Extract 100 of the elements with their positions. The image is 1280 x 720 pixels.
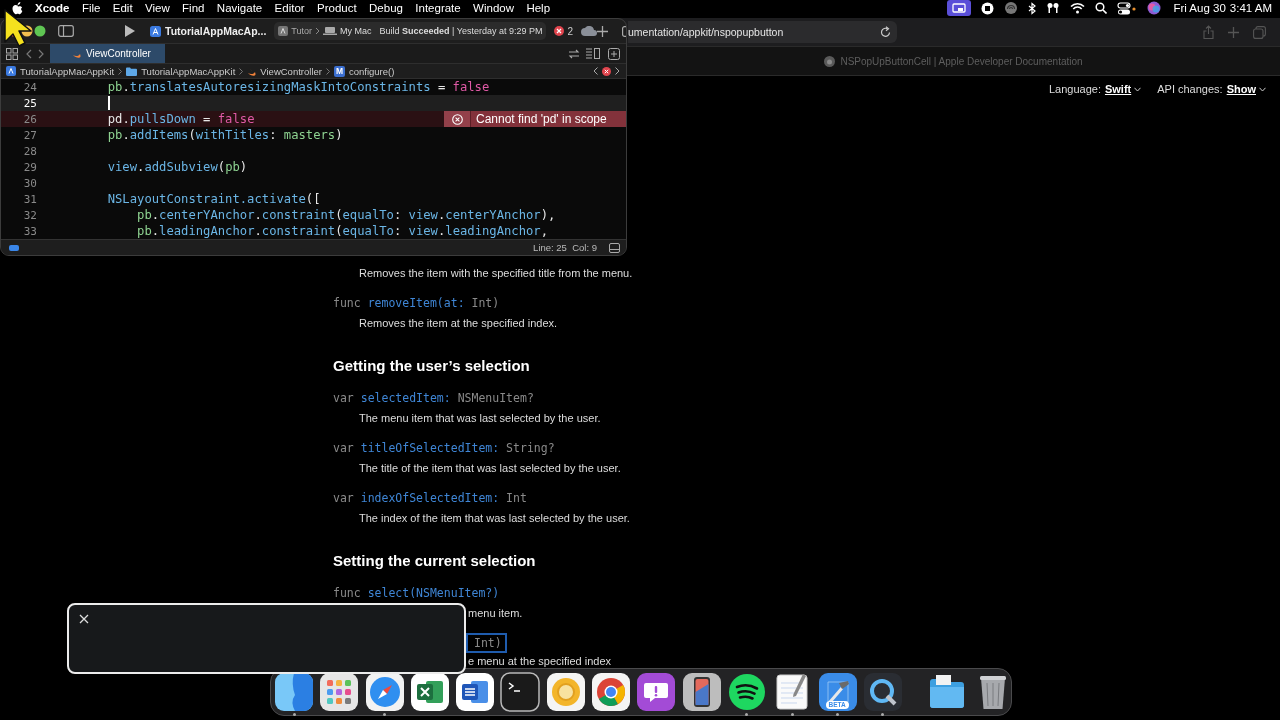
menu-item[interactable]: Find [175,2,211,14]
code-line: pb.centerYAnchor.constraint(equalTo: view.centerYAnchor), [136,208,556,222]
swap-icon[interactable] [568,48,580,59]
play-icon[interactable] [124,25,135,37]
address-field[interactable]: umentation/appkit/nspopupbutton [628,21,897,43]
code-line: pd.pullsDown = false [106,112,255,126]
wifi-icon[interactable] [1070,2,1086,14]
option-label: API changes: [1157,83,1223,95]
breadcrumb[interactable]: ViewController [260,65,322,77]
caret-icon [1134,86,1142,92]
menu-item[interactable]: File [75,2,107,14]
line-number: 32 [22,208,37,222]
editor-tab[interactable]: ViewController [50,44,165,63]
grid-icon[interactable] [6,47,18,60]
breadcrumb[interactable]: configure() [348,65,395,77]
document-icon[interactable] [455,672,496,712]
declaration-link[interactable]: func select(NSMenuItem?) [333,583,1280,603]
menu-item[interactable]: Xcode [24,2,76,14]
ring-segments-icon[interactable] [591,672,632,712]
bluetooth-icon[interactable] [1028,1,1037,15]
code-line: view.addSubview(pb) [106,160,248,174]
menu-bar-date[interactable]: Fri Aug 30 [1169,2,1226,14]
forward-icon[interactable] [615,67,620,75]
search-icon[interactable] [1095,2,1108,14]
magnifier-icon[interactable] [862,672,903,712]
language-menu[interactable]: Swift [1104,83,1142,95]
control-center-icon[interactable] [1117,1,1138,15]
panel-toggle-icon[interactable] [609,242,620,253]
error-icon [554,26,565,36]
menu-item[interactable]: Product [310,2,363,14]
menu-item[interactable]: Integrate [409,2,467,14]
declaration-link[interactable]: Int) [466,633,507,653]
sidebar-toggle-icon[interactable] [58,25,74,37]
scheme-target[interactable]: Tutor [291,26,312,36]
status-indicator-icon [9,244,19,251]
back-icon[interactable] [593,67,598,75]
chevron-icon [315,27,320,35]
breadcrumb[interactable]: TutorialAppMacAppKit [141,65,236,77]
code-line: pb.addItems(withTitles: masters) [106,128,343,142]
orb-icon[interactable] [1147,1,1162,15]
reload-icon[interactable] [880,26,891,38]
sound-waves-icon[interactable] [726,672,767,712]
declaration-link[interactable]: var selectedItem: NSMenuItem? [333,388,1280,408]
run-destination-bar[interactable]: Tutor My Mac Build Succeeded | Yesterday at 9:29 PM [274,22,547,40]
section-heading: Setting the current selection [333,551,537,571]
menu-item[interactable]: Help [520,2,557,14]
exclamation-bubble-icon[interactable] [636,672,677,712]
destination-device[interactable]: My Mac [340,26,372,36]
folder-icon [126,66,138,76]
method-badge: M [333,65,345,77]
chevron-icon [239,67,244,75]
line-number: 28 [22,144,37,158]
stop-recording-icon[interactable] [981,1,995,15]
add-editor-icon[interactable] [608,47,620,60]
text-caret [108,96,110,110]
phone-icon[interactable] [681,672,722,712]
running-indicator [836,713,840,716]
description-text: The menu item that was last selected by the user. [358,411,602,426]
menu-item[interactable]: View [138,2,176,14]
laptop-icon [323,27,337,35]
declaration-link[interactable]: var indexOfSelectedItem: Int [333,488,1280,508]
menu-item[interactable]: Navigate [210,2,269,14]
back-icon[interactable] [26,48,32,59]
screen-share-icon[interactable] [947,0,972,16]
description-text: Removes the item with the specified title from the menu. [358,266,634,281]
broadcast-icon[interactable] [1004,1,1019,15]
ring-icon[interactable] [545,672,586,712]
menu-item[interactable]: Editor [268,2,311,14]
error-count[interactable]: 2 [567,25,573,37]
chevron-icon [325,67,330,75]
error-message: Cannot find 'pd' in scope [475,112,607,126]
cloud-icon[interactable] [581,26,597,36]
menu-bar-time[interactable]: 3:41 AM [1225,2,1272,14]
code-line: pb.translatesAutoresizingMaskIntoConstraints = false [106,80,490,94]
menu-item[interactable]: Window [466,2,521,14]
breadcrumb[interactable]: TutorialAppMacAppKit [20,65,115,77]
menu-item[interactable]: Edit [106,2,139,14]
menu-item[interactable]: Debug [362,2,410,14]
close-icon[interactable] [79,614,89,624]
scheme-name[interactable]: TutorialAppMacAp... [165,25,267,37]
forward-icon[interactable] [38,48,44,59]
editor-options-icon[interactable] [586,48,600,59]
app-grid-icon[interactable] [319,672,360,712]
spreadsheet-icon[interactable] [409,672,450,712]
running-indicator [745,713,749,716]
split-tile-icon[interactable] [274,672,314,712]
declaration-link[interactable]: var titleOfSelectedItem: String? [333,438,1280,458]
cursor-position: Line: 25 Col: 9 [533,242,597,253]
terminal-icon[interactable] [500,672,541,712]
compass-icon[interactable] [364,672,405,712]
code-line: NSLayoutConstraint.activate([ [106,192,321,206]
option-label: Language: [1048,83,1101,95]
api-changes-menu[interactable]: Show [1226,83,1266,95]
plus-icon[interactable] [597,25,608,37]
hammer-icon[interactable] [817,672,858,712]
line-number: 25 [22,96,37,110]
error-icon[interactable] [602,66,611,76]
declaration-link[interactable]: func removeItem(at: Int) [333,293,1280,313]
description-text: The index of the item that was last selected by the user. [358,511,631,526]
earbuds-icon[interactable] [1046,2,1061,14]
